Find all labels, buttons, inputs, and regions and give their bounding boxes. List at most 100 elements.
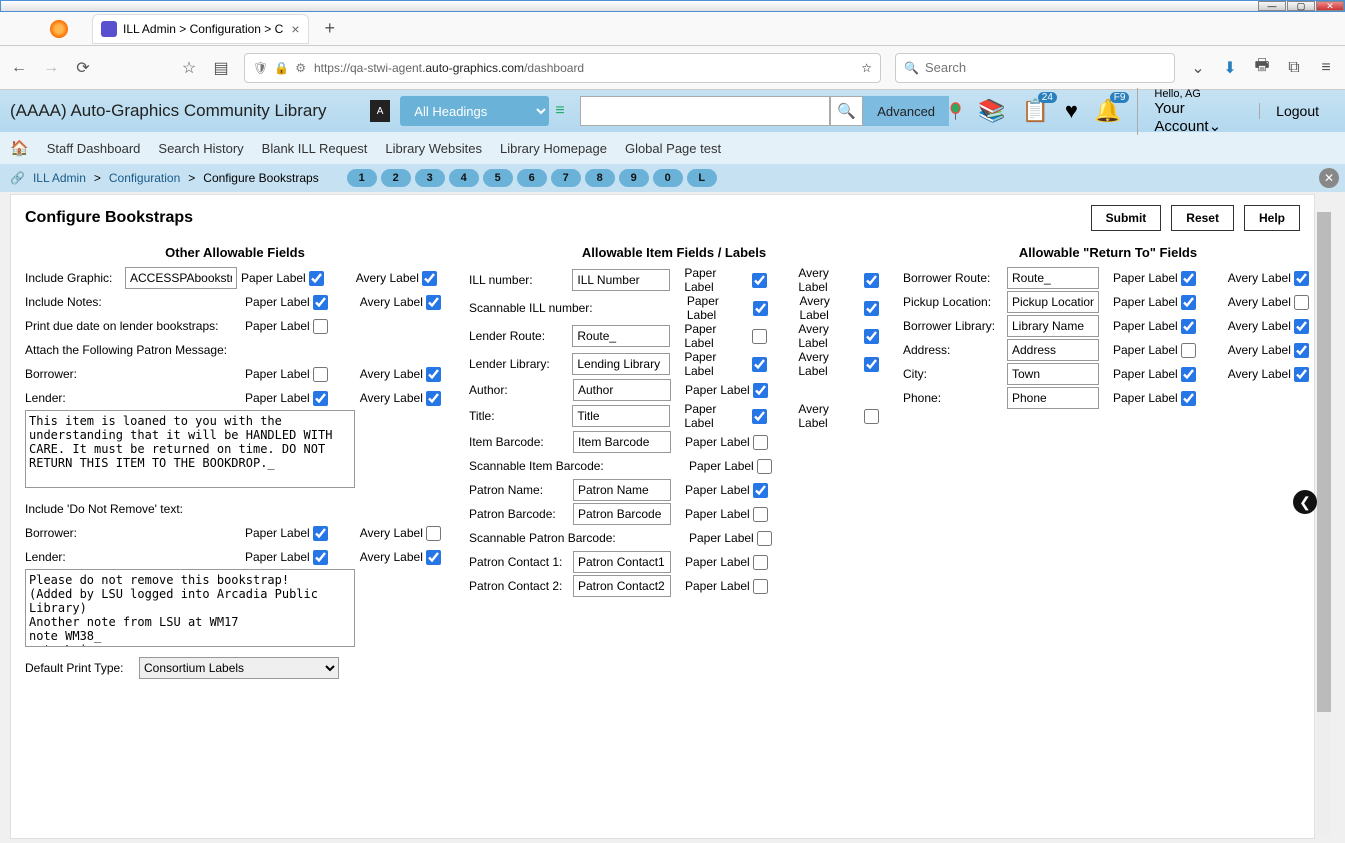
pill[interactable]: 4: [449, 169, 479, 187]
print-due-paper-check[interactable]: [313, 319, 328, 334]
paper-check[interactable]: [753, 301, 768, 316]
avery-check[interactable]: [864, 409, 879, 424]
help-button[interactable]: Help: [1244, 205, 1300, 231]
notifications-icon[interactable]: 🔔 F9: [1094, 98, 1121, 124]
submit-button[interactable]: Submit: [1091, 205, 1162, 231]
paper-check[interactable]: [757, 531, 772, 546]
paper-check[interactable]: [752, 273, 767, 288]
nav-library-websites[interactable]: Library Websites: [385, 141, 482, 156]
account-menu[interactable]: Hello, AG Your Account⌄: [1137, 88, 1243, 135]
crumb-ill-admin[interactable]: ILL Admin: [33, 171, 86, 185]
heart-icon[interactable]: ♥: [1065, 98, 1078, 124]
paper-check[interactable]: [752, 329, 767, 344]
scrollbar-thumb[interactable]: [1317, 212, 1331, 712]
paper-check[interactable]: [1181, 271, 1196, 286]
window-maximize-button[interactable]: ▢: [1287, 1, 1315, 11]
patron-message-textarea[interactable]: This item is loaned to you with the unde…: [25, 410, 355, 488]
avery-check[interactable]: [1294, 319, 1309, 334]
include-graphic-input[interactable]: [125, 267, 237, 289]
pill[interactable]: 2: [381, 169, 411, 187]
pill[interactable]: 3: [415, 169, 445, 187]
default-print-type-select[interactable]: Consortium Labels: [139, 657, 339, 679]
pill[interactable]: 5: [483, 169, 513, 187]
pill[interactable]: L: [687, 169, 717, 187]
catalog-search-input[interactable]: [580, 96, 830, 126]
avery-check[interactable]: [864, 357, 879, 372]
paper-check[interactable]: [753, 435, 768, 450]
logout-link[interactable]: Logout: [1259, 103, 1335, 119]
expand-panel-button[interactable]: ❮: [1293, 490, 1317, 514]
home-icon[interactable]: 🏠: [10, 139, 29, 157]
graphic-paper-check[interactable]: [309, 271, 324, 286]
bookmark-star-icon[interactable]: ☆: [180, 59, 198, 77]
field-input[interactable]: [573, 551, 671, 573]
field-input[interactable]: [1007, 291, 1099, 313]
avery-check[interactable]: [864, 329, 879, 344]
window-minimize-button[interactable]: —: [1258, 1, 1286, 11]
pill[interactable]: 0: [653, 169, 683, 187]
field-input[interactable]: [573, 479, 671, 501]
paper-check[interactable]: [752, 409, 767, 424]
paper-check[interactable]: [1181, 343, 1196, 358]
avery-check[interactable]: [1294, 295, 1309, 310]
language-icon[interactable]: A: [370, 100, 390, 122]
avery-check[interactable]: [1294, 271, 1309, 286]
paper-check[interactable]: [752, 357, 767, 372]
download-icon[interactable]: ⬇: [1221, 59, 1239, 77]
pill[interactable]: 8: [585, 169, 615, 187]
catalog-search-button[interactable]: 🔍: [830, 96, 863, 126]
paper-check[interactable]: [1181, 391, 1196, 406]
balloon-icon[interactable]: [949, 99, 962, 123]
field-input[interactable]: [1007, 315, 1099, 337]
field-input[interactable]: [1007, 363, 1099, 385]
scrollbar[interactable]: [1317, 212, 1331, 835]
reset-button[interactable]: Reset: [1171, 205, 1234, 231]
print-icon[interactable]: 🖶: [1253, 59, 1271, 77]
field-input[interactable]: [572, 269, 670, 291]
reload-button[interactable]: ⟳: [74, 59, 92, 77]
paper-check[interactable]: [1181, 367, 1196, 382]
nav-global-page-test[interactable]: Global Page test: [625, 141, 721, 156]
field-input[interactable]: [573, 379, 671, 401]
paper-check[interactable]: [753, 555, 768, 570]
borrower1-avery-check[interactable]: [426, 367, 441, 382]
paper-check[interactable]: [753, 383, 768, 398]
headings-select[interactable]: All Headings: [400, 96, 549, 126]
browser-search-input[interactable]: [925, 60, 1166, 75]
bookmark-icon[interactable]: ☆: [861, 61, 872, 75]
field-input[interactable]: [573, 503, 671, 525]
graphic-avery-check[interactable]: [422, 271, 437, 286]
books-icon[interactable]: 📚: [978, 98, 1005, 124]
paper-check[interactable]: [753, 579, 768, 594]
notes-paper-check[interactable]: [313, 295, 328, 310]
extensions-icon[interactable]: ⧉: [1285, 59, 1303, 77]
tab-close-button[interactable]: ×: [291, 21, 299, 37]
back-button[interactable]: ←: [10, 59, 28, 77]
window-close-button[interactable]: ✕: [1316, 1, 1344, 11]
borrower2-avery-check[interactable]: [426, 526, 441, 541]
pill[interactable]: 6: [517, 169, 547, 187]
borrower2-paper-check[interactable]: [313, 526, 328, 541]
dnr-message-textarea[interactable]: Please do not remove this bookstrap! (Ad…: [25, 569, 355, 647]
field-input[interactable]: [572, 353, 670, 375]
nav-library-homepage[interactable]: Library Homepage: [500, 141, 607, 156]
lender2-paper-check[interactable]: [313, 550, 328, 565]
avery-check[interactable]: [864, 273, 879, 288]
paper-check[interactable]: [753, 507, 768, 522]
lender1-avery-check[interactable]: [426, 391, 441, 406]
avery-check[interactable]: [1294, 367, 1309, 382]
field-input[interactable]: [573, 431, 671, 453]
borrower1-paper-check[interactable]: [313, 367, 328, 382]
nav-search-history[interactable]: Search History: [158, 141, 243, 156]
field-input[interactable]: [1007, 387, 1099, 409]
avery-check[interactable]: [1294, 343, 1309, 358]
notes-avery-check[interactable]: [426, 295, 441, 310]
menu-icon[interactable]: ≡: [1317, 59, 1335, 77]
paper-check[interactable]: [753, 483, 768, 498]
field-input[interactable]: [572, 405, 670, 427]
field-input[interactable]: [1007, 339, 1099, 361]
pill[interactable]: 9: [619, 169, 649, 187]
paper-check[interactable]: [757, 459, 772, 474]
field-input[interactable]: [1007, 267, 1099, 289]
field-input[interactable]: [572, 325, 670, 347]
